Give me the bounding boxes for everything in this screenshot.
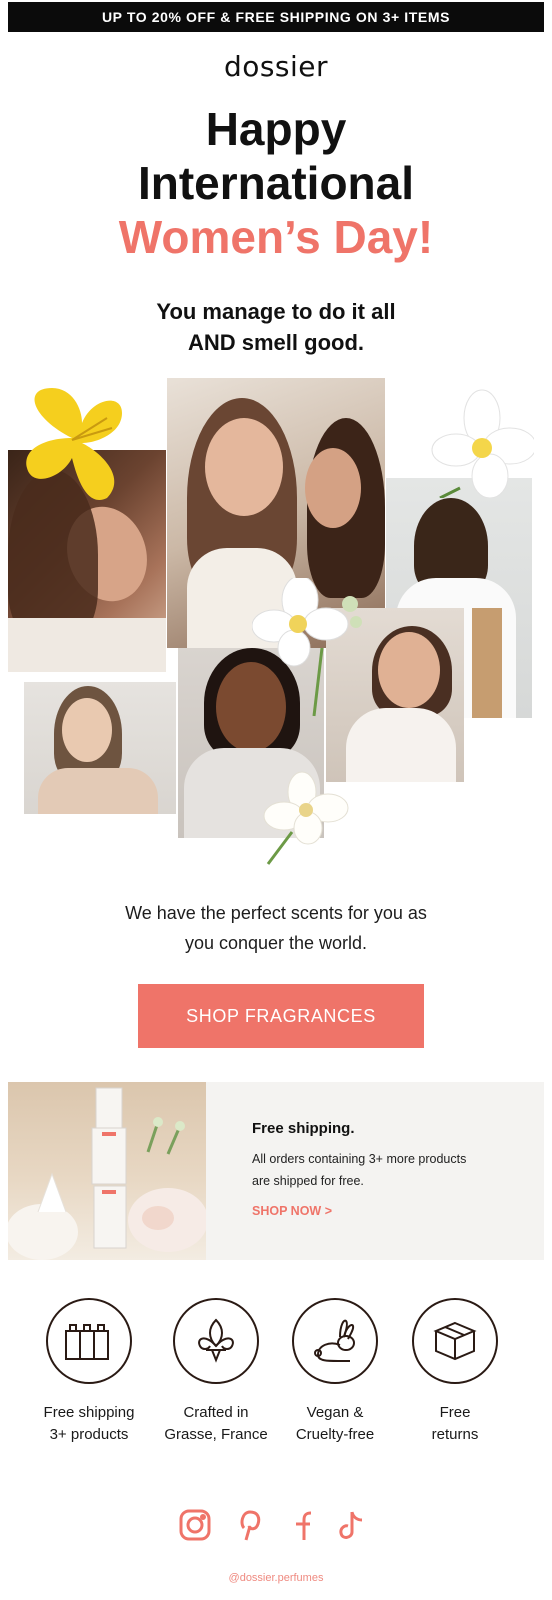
features-row: Free shipping 3+ products Crafted in Gra… [0, 1298, 552, 1448]
photo-woman-light-hair [24, 682, 176, 814]
feature-crafted-grasse: Crafted in Grasse, France [151, 1298, 281, 1446]
feature-label: Vegan & Cruelty-free [295, 1404, 375, 1443]
body-copy: We have the perfect scents for you as yo… [0, 898, 552, 958]
free-shipping-promo: Free shipping. All orders containing 3+ … [8, 1082, 544, 1260]
body-copy-line-1: We have the perfect scents for you as [125, 903, 427, 923]
yellow-lily-decoration [26, 388, 122, 500]
subhead-line-1: You manage to do it all [156, 299, 396, 324]
white-jasmine-bottom [263, 771, 349, 865]
promo-description-line-1: All orders containing 3+ more products [252, 1152, 467, 1166]
shop-fragrances-button[interactable]: SHOP FRAGRANCES [138, 984, 424, 1048]
facebook-icon[interactable] [284, 1508, 318, 1542]
bottles-icon [46, 1298, 132, 1384]
white-jasmine-center [252, 578, 362, 717]
feature-free-shipping: Free shipping 3+ products [24, 1298, 154, 1446]
promo-description: All orders containing 3+ more products a… [252, 1148, 522, 1192]
headline-line-3: Women’s Day! [118, 211, 434, 263]
fleur-de-lis-icon [173, 1298, 259, 1384]
promo-title: Free shipping. [252, 1120, 355, 1137]
social-handle[interactable]: @dossier.perfumes [0, 1572, 552, 1584]
shop-now-link[interactable]: SHOP NOW > [252, 1204, 332, 1218]
white-jasmine-top-right [431, 389, 534, 498]
feature-free-returns: Free returns [390, 1298, 520, 1446]
feature-vegan: Vegan & Cruelty-free [270, 1298, 400, 1446]
box-icon [412, 1298, 498, 1384]
social-links [0, 1508, 552, 1548]
hero-headline: Happy International Women’s Day! [0, 102, 552, 264]
headline-line-1: Happy [205, 103, 347, 155]
headline-line-2: International [137, 157, 415, 209]
subhead-line-2: AND smell good. [187, 330, 364, 355]
tiktok-icon[interactable] [334, 1508, 368, 1542]
feature-label: Crafted in Grasse, France [164, 1404, 268, 1443]
promo-banner-text: UP TO 20% OFF & FREE SHIPPING ON 3+ ITEM… [101, 9, 451, 25]
brand-logo[interactable]: dossier [0, 50, 552, 83]
instagram-icon[interactable] [178, 1508, 212, 1542]
pinterest-icon[interactable] [232, 1508, 266, 1542]
hero-subhead: You manage to do it all AND smell good. [0, 296, 552, 358]
perfume-bottles-illustration [8, 1087, 206, 1260]
feature-label: Free shipping 3+ products [43, 1404, 135, 1443]
feature-label: Free returns [431, 1404, 479, 1443]
rabbit-icon [292, 1298, 378, 1384]
promo-description-line-2: are shipped for free. [252, 1174, 364, 1188]
perfume-bottles-image[interactable] [8, 1082, 206, 1260]
body-copy-line-2: you conquer the world. [184, 933, 368, 953]
promo-banner: UP TO 20% OFF & FREE SHIPPING ON 3+ ITEM… [8, 2, 544, 32]
photo-collage [0, 378, 552, 878]
